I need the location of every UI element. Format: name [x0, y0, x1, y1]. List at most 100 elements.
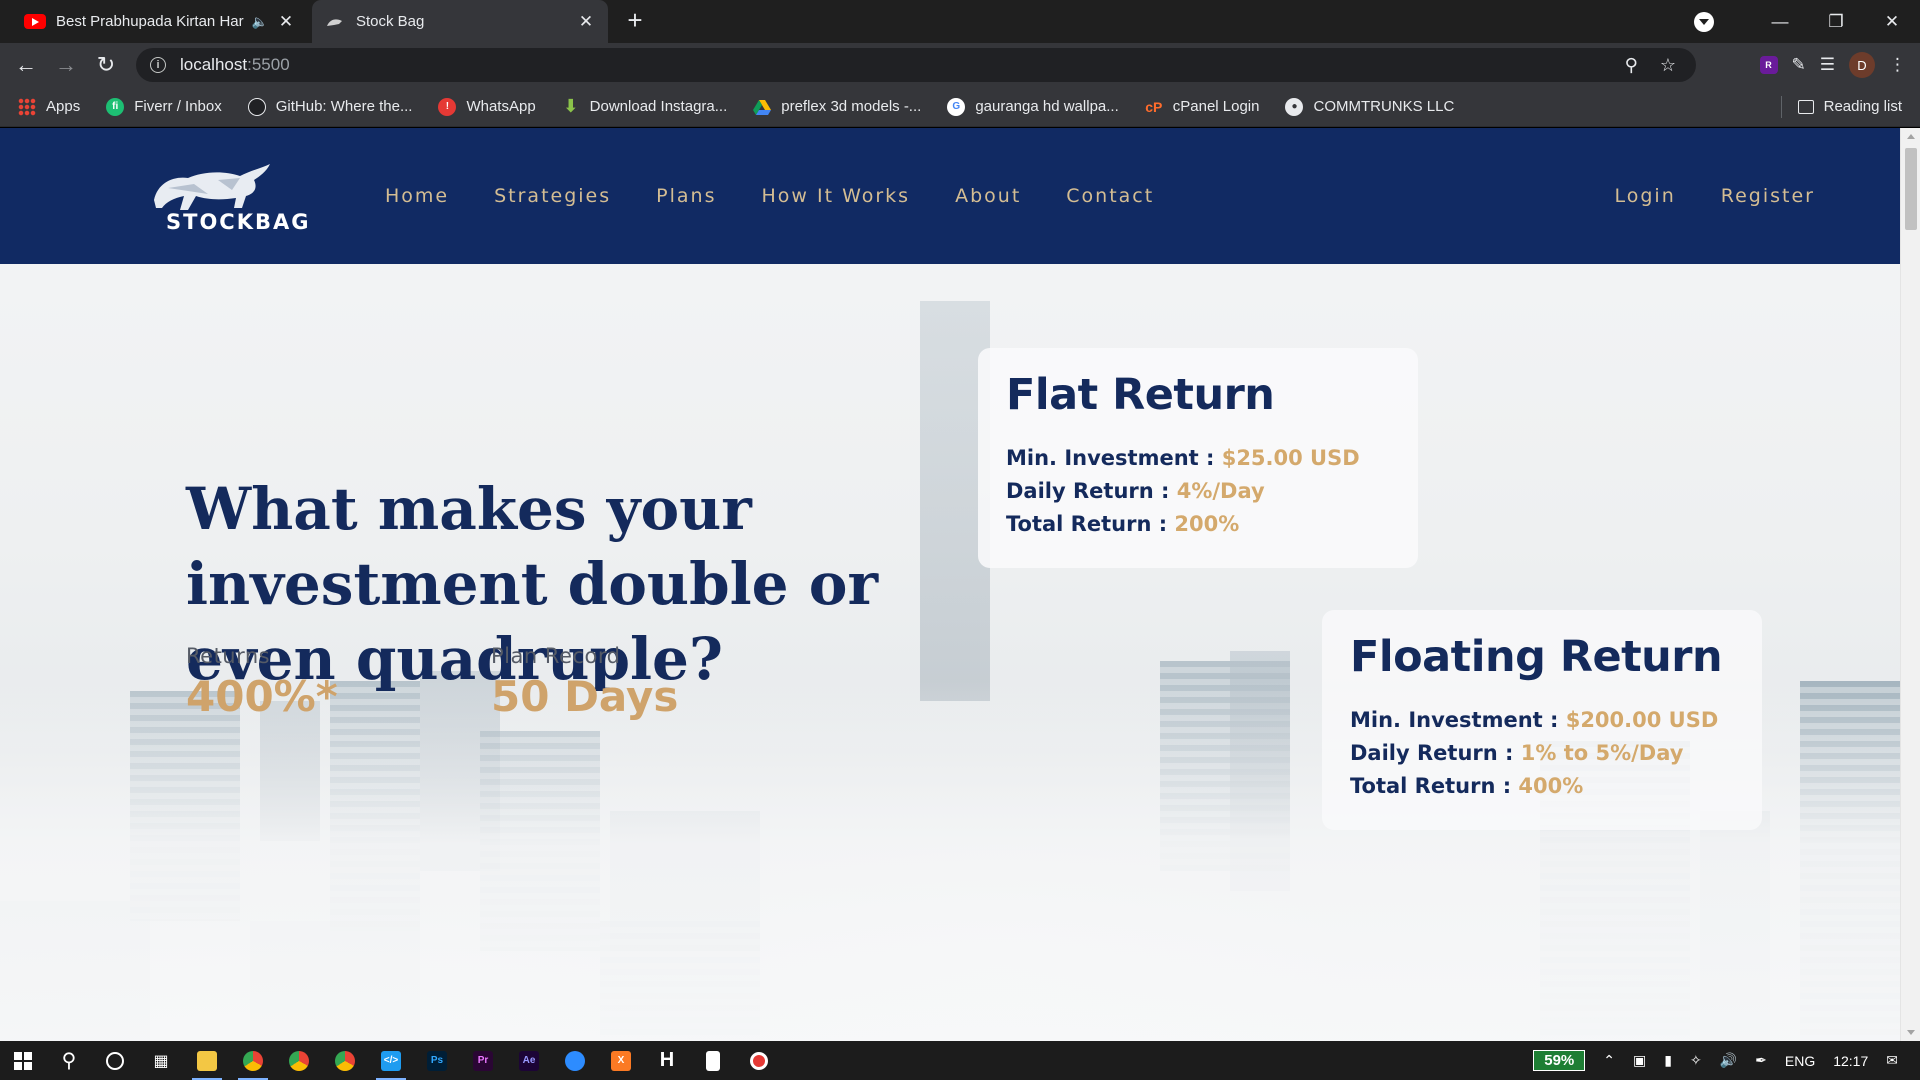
reading-list-button[interactable]: Reading list: [1780, 95, 1902, 118]
plan-title: Floating Return: [1350, 632, 1723, 682]
tab-stockbag[interactable]: Stock Bag ✕: [312, 0, 608, 43]
wifi-icon[interactable]: ✧: [1690, 1052, 1702, 1069]
bookmark-cpanel[interactable]: cP cPanel Login: [1145, 98, 1260, 116]
close-tab-icon[interactable]: ✕: [576, 12, 596, 32]
pen-icon[interactable]: ✒: [1755, 1052, 1767, 1069]
task-view-icon[interactable]: ▦: [138, 1041, 184, 1080]
back-arrow-icon[interactable]: ←: [6, 45, 46, 85]
close-tab-icon[interactable]: ✕: [276, 12, 296, 32]
bookmark-preflex[interactable]: preflex 3d models -...: [753, 98, 921, 116]
chevron-up-icon[interactable]: ⌃: [1603, 1052, 1615, 1069]
auth-links: Login Register: [1615, 128, 1816, 264]
chrome-dev-icon[interactable]: [276, 1041, 322, 1080]
vscode-icon[interactable]: </>: [368, 1041, 414, 1080]
tab-search-icon[interactable]: [1694, 11, 1714, 32]
stat-value: 400%*: [186, 672, 338, 721]
row-value: $200.00 USD: [1565, 708, 1719, 732]
premiere-icon[interactable]: Pr: [460, 1041, 506, 1080]
row-label: Total Return :: [1006, 512, 1168, 536]
battery-indicator[interactable]: 59%: [1533, 1050, 1586, 1071]
tab-title: Stock Bag: [356, 13, 425, 30]
extension-r-icon[interactable]: R: [1759, 56, 1778, 74]
notepad-icon[interactable]: [690, 1041, 736, 1080]
nav-home[interactable]: Home: [385, 185, 449, 207]
meet-now-icon[interactable]: ▣: [1633, 1052, 1646, 1069]
media-control-icon[interactable]: ☰: [1820, 55, 1835, 75]
nav-strategies[interactable]: Strategies: [494, 185, 611, 207]
start-button[interactable]: [0, 1041, 46, 1080]
bookmark-apps[interactable]: Apps: [18, 97, 80, 116]
bookmark-label: Fiverr / Inbox: [134, 98, 222, 115]
scrollbar-thumb[interactable]: [1905, 148, 1917, 230]
forward-arrow-icon[interactable]: →: [46, 45, 86, 85]
row-value: 4%/Day: [1176, 479, 1265, 503]
cpanel-icon: cP: [1145, 98, 1163, 115]
nav-contact[interactable]: Contact: [1066, 185, 1154, 207]
zoom-icon[interactable]: ⚲: [1625, 55, 1638, 76]
clock[interactable]: 12:17: [1833, 1053, 1868, 1069]
notification-icon[interactable]: ✉: [1886, 1052, 1898, 1069]
new-tab-button[interactable]: +: [620, 6, 650, 36]
scroll-up-icon[interactable]: [1907, 134, 1915, 139]
bookmark-label: cPanel Login: [1172, 98, 1260, 115]
whatsapp-icon: !: [438, 97, 457, 116]
bookmarks-bar: Apps fi Fiverr / Inbox GitHub: Where the.…: [0, 87, 1920, 127]
scroll-down-icon[interactable]: [1907, 1030, 1915, 1035]
chrome-canary-icon[interactable]: [322, 1041, 368, 1080]
h-app-icon[interactable]: H: [644, 1041, 690, 1080]
language-indicator[interactable]: ENG: [1785, 1053, 1815, 1069]
minimize-icon[interactable]: —: [1752, 12, 1808, 32]
profile-avatar[interactable]: D: [1849, 52, 1875, 78]
recorder-icon[interactable]: [736, 1041, 782, 1080]
volume-icon[interactable]: 🔊: [1720, 1052, 1737, 1069]
after-effects-icon[interactable]: Ae: [506, 1041, 552, 1080]
row-value: 400%: [1518, 774, 1584, 798]
page-scrollbar[interactable]: [1900, 128, 1920, 1041]
browser-toolbar: ← → ↻ i localhost:5500 ⚲ ☆ R ✎ ☰ D ⋮: [0, 43, 1920, 87]
extensions-puzzle-icon[interactable]: ✎: [1792, 55, 1806, 75]
bookmark-star-icon[interactable]: ☆: [1660, 55, 1676, 76]
bookmark-label: preflex 3d models -...: [781, 98, 922, 115]
chrome-icon[interactable]: [230, 1041, 276, 1080]
github-icon: [247, 97, 266, 116]
address-bar[interactable]: i localhost:5500 ⚲ ☆: [136, 48, 1696, 82]
bookmark-fiverr[interactable]: fi Fiverr / Inbox: [106, 97, 222, 116]
bookmark-github[interactable]: GitHub: Where the...: [247, 97, 412, 116]
speaker-icon[interactable]: 🔈: [252, 14, 268, 30]
stat-plan-record: Plan Record 50 Days: [491, 644, 678, 721]
stockbag-favicon: [324, 14, 346, 30]
cortana-icon[interactable]: [92, 1041, 138, 1080]
xampp-icon[interactable]: X: [598, 1041, 644, 1080]
register-link[interactable]: Register: [1721, 185, 1815, 207]
tab-youtube[interactable]: Best Prabhupada Kirtan Hare 🔈 ✕: [12, 0, 308, 43]
menu-kebab-icon[interactable]: ⋮: [1889, 55, 1906, 75]
plan-row-daily-return: Daily Return : 4%/Day: [1006, 475, 1390, 508]
stockbag-logo[interactable]: STOCKBAG: [148, 164, 318, 234]
nav-plans[interactable]: Plans: [656, 185, 716, 207]
login-link[interactable]: Login: [1615, 185, 1676, 207]
battery-icon[interactable]: ▮: [1664, 1052, 1672, 1069]
search-icon[interactable]: ⚲: [46, 1041, 92, 1080]
plan-row-total-return: Total Return : 200%: [1006, 508, 1390, 541]
file-explorer-icon[interactable]: [184, 1041, 230, 1080]
site-info-icon[interactable]: i: [150, 57, 166, 73]
restore-icon[interactable]: ❐: [1808, 12, 1864, 32]
plan-card-flat-return: Flat Return Min. Investment : $25.00 USD…: [978, 348, 1418, 568]
youtube-icon: [24, 14, 46, 30]
zoom-app-icon[interactable]: [552, 1041, 598, 1080]
bookmark-gauranga[interactable]: Ggauranga hd wallpa...: [947, 97, 1119, 116]
windows-logo-icon: [14, 1051, 32, 1070]
nav-about[interactable]: About: [955, 185, 1021, 207]
bookmark-instagram-download[interactable]: ⬇ Download Instagra...: [562, 96, 727, 116]
plan-row-min-investment: Min. Investment : $25.00 USD: [1006, 442, 1390, 475]
main-nav: Home Strategies Plans How It Works About…: [385, 128, 1154, 264]
bookmark-commtrunks[interactable]: ● COMMTRUNKS LLC: [1285, 97, 1454, 116]
photoshop-icon[interactable]: Ps: [414, 1041, 460, 1080]
nav-how-it-works[interactable]: How It Works: [761, 185, 910, 207]
row-label: Daily Return :: [1006, 479, 1170, 503]
window-controls: — ❐ ✕: [1694, 0, 1920, 43]
download-icon: ⬇: [563, 96, 579, 116]
reload-icon[interactable]: ↻: [86, 45, 126, 85]
bookmark-whatsapp[interactable]: ! WhatsApp: [438, 97, 536, 116]
close-window-icon[interactable]: ✕: [1864, 12, 1920, 32]
